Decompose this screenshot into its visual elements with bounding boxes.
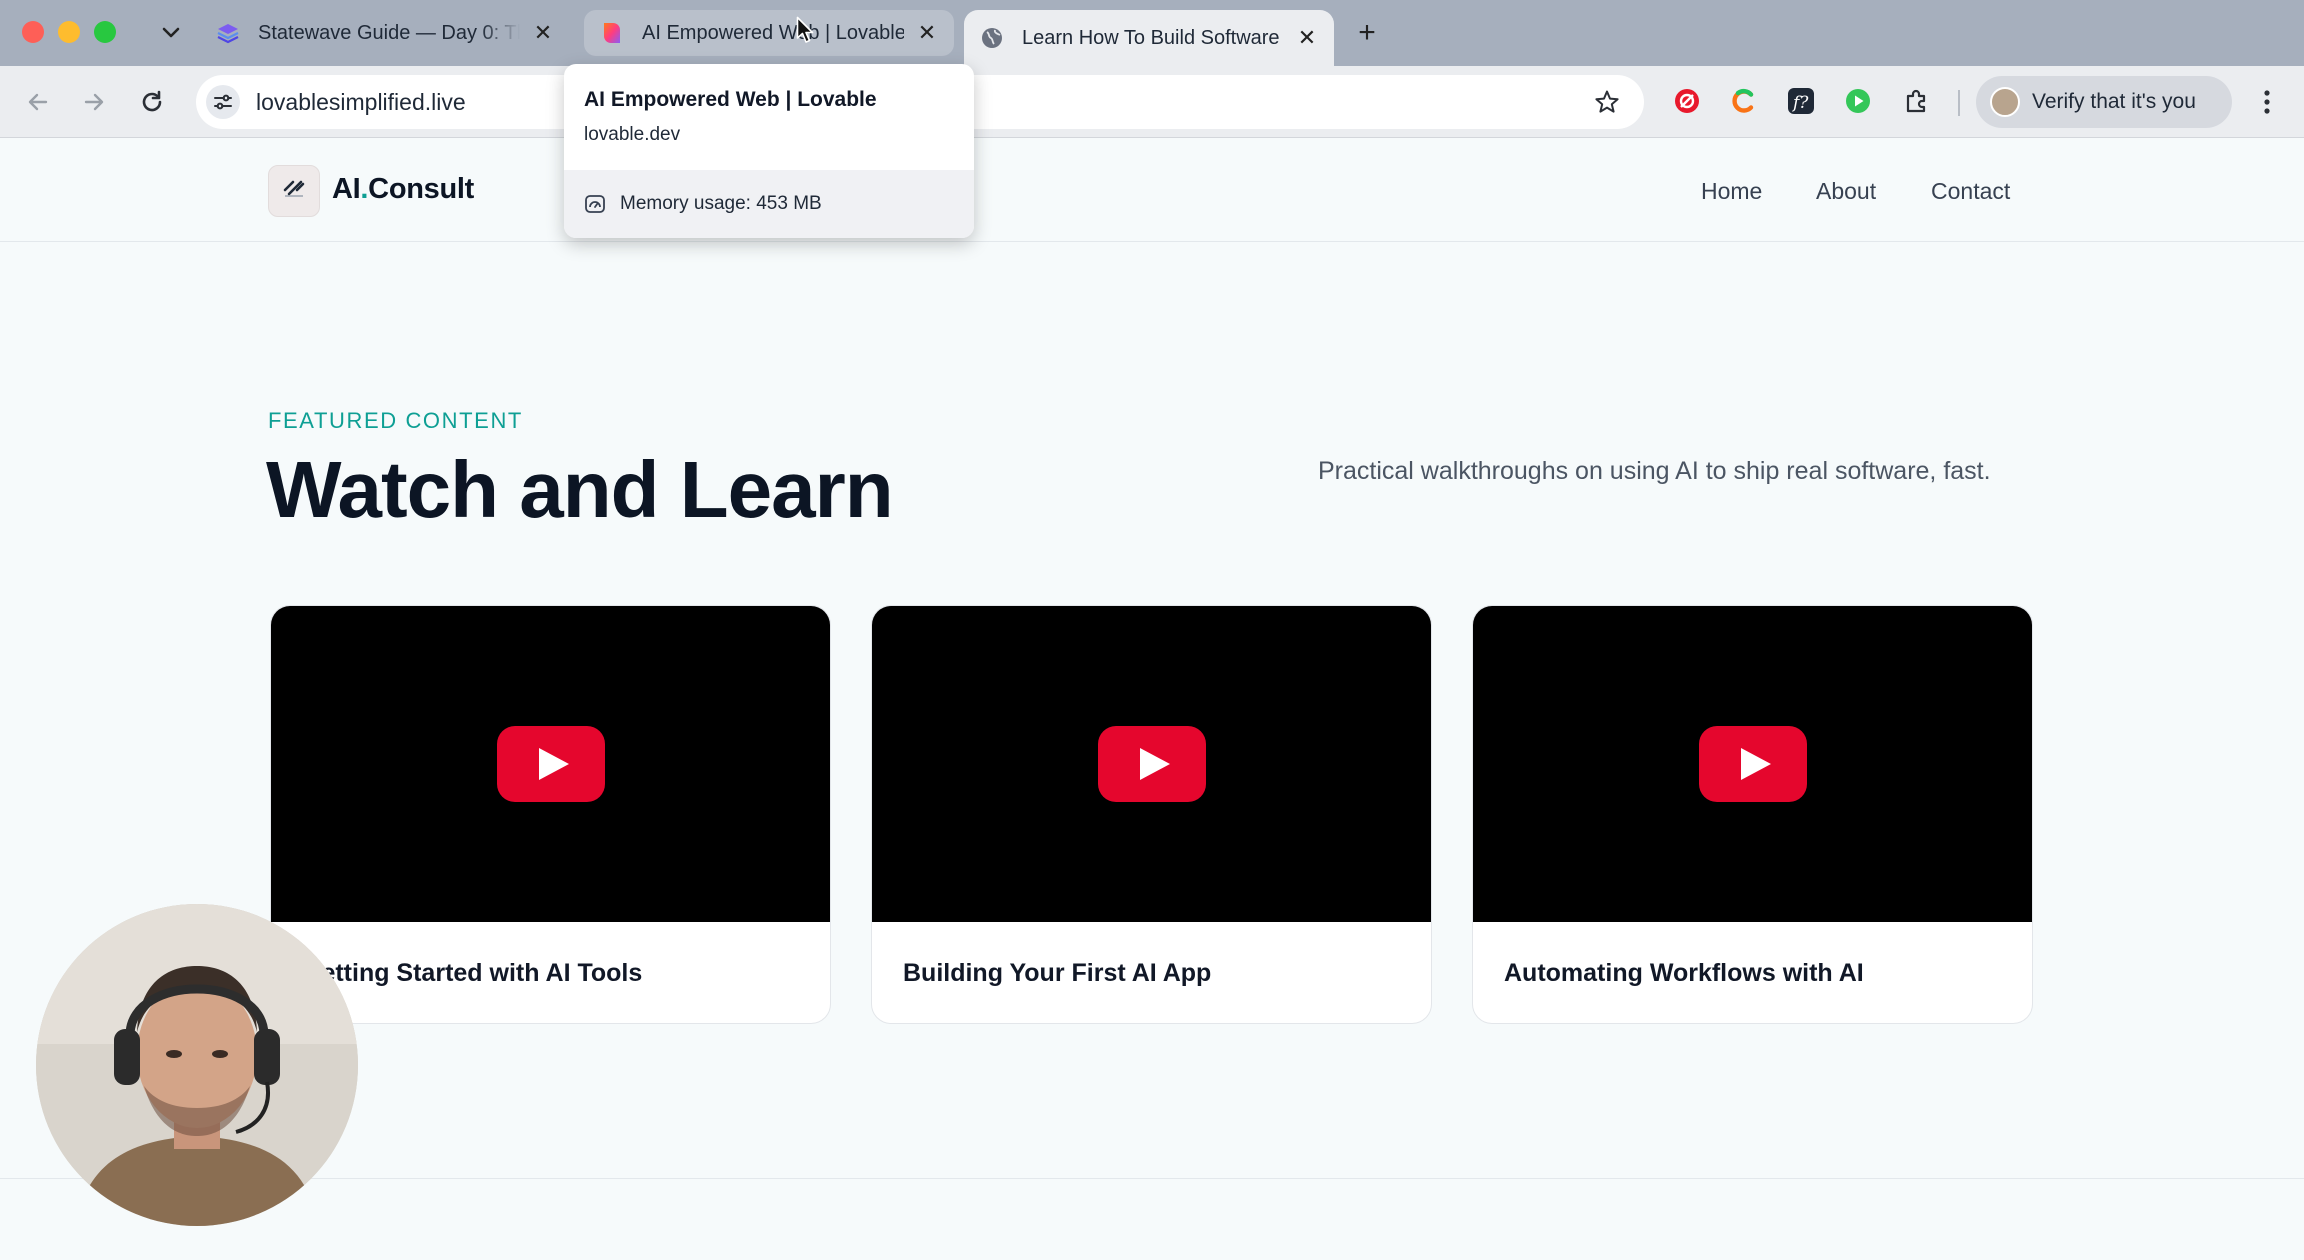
profile-label: Verify that it's you — [2032, 90, 2196, 113]
new-tab-plus-icon[interactable]: + — [1350, 16, 1384, 50]
nav-link-contact[interactable]: Contact — [1931, 178, 2010, 205]
youtube-play-icon[interactable] — [496, 726, 605, 802]
minimize-window-button[interactable] — [58, 21, 80, 43]
close-icon[interactable]: ✕ — [916, 20, 938, 45]
c-extension-icon[interactable] — [1727, 84, 1761, 118]
browser-toolbar: lovablesimplified.live f? Verify that it… — [0, 66, 2304, 138]
tab-statewave-guide[interactable]: Statewave Guide — Day 0: Th ✕ — [200, 10, 570, 56]
tab-title: Statewave Guide — Day 0: Th — [258, 21, 520, 44]
more-menu-icon[interactable] — [2250, 84, 2284, 120]
tab-hover-card: AI Empowered Web | Lovable lovable.dev M… — [564, 64, 974, 238]
nav-link-home[interactable]: Home — [1701, 178, 1762, 205]
section-divider — [0, 1178, 2304, 1179]
toolbar-divider — [1958, 90, 1960, 116]
video-card[interactable]: Automating Workflows with AI — [1472, 605, 2033, 1024]
bookmark-star-icon[interactable] — [1592, 87, 1622, 117]
tab-title: AI Empowered Web | Lovable — [642, 21, 904, 44]
nav-link-about[interactable]: About — [1816, 178, 1876, 205]
memory-usage-text: Memory usage: 453 MB — [620, 193, 822, 214]
hover-card-title: AI Empowered Web | Lovable — [584, 88, 877, 111]
blocker-extension-icon[interactable] — [1670, 84, 1704, 118]
brand-name-part: AI — [332, 173, 361, 205]
tab-search-chevron-icon[interactable] — [156, 18, 186, 48]
puzzle-extensions-icon[interactable] — [1900, 84, 1934, 118]
company-logo-icon[interactable] — [268, 165, 320, 217]
play-extension-icon[interactable] — [1841, 84, 1875, 118]
svg-text:f?: f? — [1791, 93, 1809, 113]
video-card[interactable]: Building Your First AI App — [871, 605, 1432, 1024]
tab-title: Learn How To Build Software — [1022, 26, 1280, 49]
profile-avatar — [1990, 87, 2020, 117]
hover-card-domain: lovable.dev — [584, 124, 681, 145]
presenter-portrait — [36, 904, 358, 1226]
webcam-overlay — [36, 904, 358, 1226]
hover-card-memory: Memory usage: 453 MB — [564, 170, 974, 238]
site-settings-icon[interactable] — [206, 85, 240, 119]
back-arrow-icon[interactable] — [20, 84, 56, 120]
reload-icon[interactable] — [134, 84, 170, 120]
youtube-play-icon[interactable] — [1097, 726, 1206, 802]
tab-learn-software-active[interactable]: Learn How To Build Software ✕ — [964, 10, 1334, 66]
gauge-icon — [584, 193, 606, 215]
layers-icon — [216, 21, 240, 45]
video-player[interactable] — [872, 606, 1431, 922]
mouse-cursor-icon — [796, 16, 814, 49]
url-text: lovablesimplified.live — [256, 88, 466, 115]
forward-arrow-icon[interactable] — [76, 84, 112, 120]
profile-button[interactable]: Verify that it's you — [1976, 76, 2232, 128]
maximize-window-button[interactable] — [94, 21, 116, 43]
video-title: Automating Workflows with AI — [1504, 959, 1864, 987]
brand-name[interactable]: AI.Consult — [332, 173, 474, 206]
video-title: Getting Started with AI Tools — [302, 959, 643, 987]
video-player[interactable] — [271, 606, 830, 922]
section-intro: Practical walkthroughs on using AI to sh… — [1318, 457, 1991, 485]
site-header: AI.Consult Home About Contact — [0, 139, 2304, 242]
brand-name-part: Consult — [368, 173, 475, 205]
tab-lovable[interactable]: AI Empowered Web | Lovable ✕ — [584, 10, 954, 56]
close-window-button[interactable] — [22, 21, 44, 43]
section-headline: Watch and Learn — [266, 445, 894, 534]
section-eyebrow: FEATURED CONTENT — [268, 408, 523, 433]
browser-tabstrip: Statewave Guide — Day 0: Th ✕ AI Empower… — [0, 0, 2304, 66]
youtube-play-icon[interactable] — [1698, 726, 1807, 802]
close-icon[interactable]: ✕ — [1296, 25, 1318, 50]
heart-icon — [600, 21, 624, 45]
video-player[interactable] — [1473, 606, 2032, 922]
brand-name-dot: . — [360, 173, 369, 205]
close-icon[interactable]: ✕ — [532, 20, 554, 45]
formula-extension-icon[interactable]: f? — [1784, 84, 1818, 118]
globe-icon — [980, 26, 1004, 50]
video-card[interactable]: Getting Started with AI Tools — [270, 605, 831, 1024]
video-title: Building Your First AI App — [903, 959, 1212, 987]
